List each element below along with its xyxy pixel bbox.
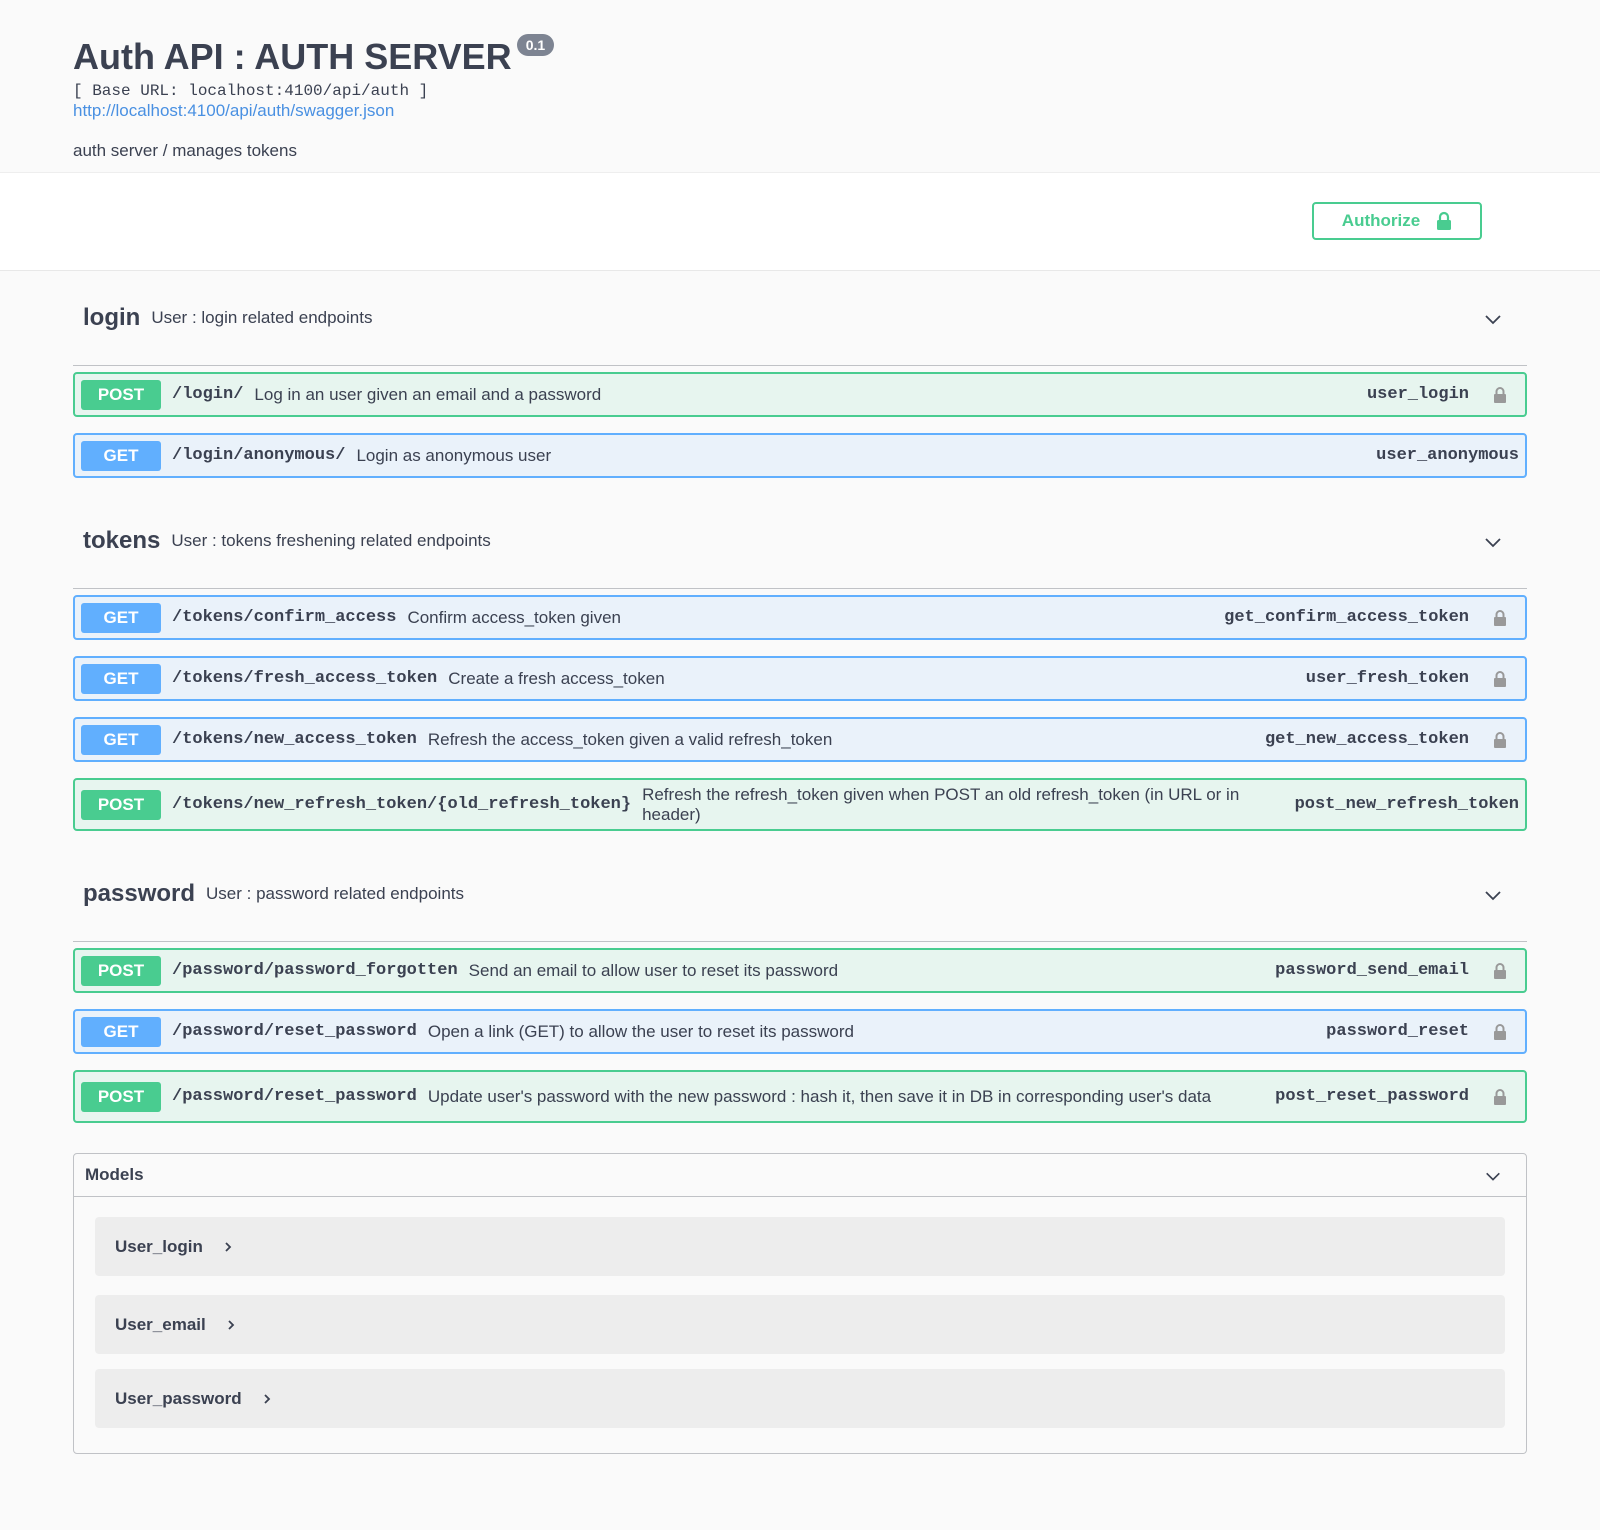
operation-id: get_new_access_token (1264, 730, 1469, 749)
operation-summary: Refresh the refresh_token given when POS… (642, 784, 1240, 824)
chevron-down-icon[interactable] (1484, 1167, 1502, 1185)
method-badge: POST (81, 955, 161, 986)
models-section: Models User_login User_email User_passwo… (73, 1153, 1527, 1454)
chevron-right-icon[interactable] (262, 1393, 272, 1405)
model-name: User_email (115, 1314, 206, 1334)
tag-header-password[interactable]: password User : password related endpoin… (73, 847, 1527, 942)
operation-post_reset_password[interactable]: POST /password/reset_password Update use… (73, 1070, 1527, 1123)
operation-path: /password/reset_password (172, 1087, 417, 1106)
lock-icon[interactable] (1493, 670, 1507, 688)
model-name: User_password (115, 1388, 242, 1408)
operation-lock[interactable] (1485, 670, 1515, 688)
swagger-json-link[interactable]: http://localhost:4100/api/auth/swagger.j… (73, 101, 1527, 121)
operation-path: /password/reset_password (172, 1022, 417, 1041)
tag-name: login (83, 304, 141, 331)
scheme-container: Authorize (0, 173, 1600, 271)
version-badge: 0.1 (516, 34, 555, 56)
lock-icon[interactable] (1493, 386, 1507, 404)
model-name: User_login (115, 1236, 203, 1256)
chevron-down-icon[interactable] (1483, 885, 1503, 905)
tag-section-password: password User : password related endpoin… (73, 847, 1527, 1123)
operation-path: /login/ (172, 385, 244, 404)
models-header[interactable]: Models (74, 1154, 1526, 1197)
tag-description: User : tokens freshening related endpoin… (171, 531, 491, 550)
tag-header-tokens[interactable]: tokens User : tokens freshening related … (73, 494, 1527, 589)
operation-password_reset[interactable]: GET /password/reset_password Open a link… (73, 1009, 1527, 1054)
method-badge: POST (81, 789, 161, 820)
chevron-right-icon[interactable] (226, 1319, 236, 1331)
operation-lock[interactable] (1485, 609, 1515, 627)
operation-user_fresh_token[interactable]: GET /tokens/fresh_access_token Create a … (73, 656, 1527, 701)
lock-icon (1437, 211, 1452, 230)
method-badge: GET (81, 663, 161, 694)
operation-summary: Refresh the access_token given a valid r… (427, 729, 833, 749)
models-title: Models (85, 1165, 144, 1184)
operation-summary: Send an email to allow user to reset its… (468, 960, 839, 980)
operation-id: user_login (1366, 385, 1469, 404)
tag-description: User : password related endpoints (206, 884, 465, 903)
operation-id: post_reset_password (1275, 1087, 1469, 1106)
operation-id: get_confirm_access_token (1224, 608, 1469, 627)
operation-summary: Create a fresh access_token (448, 668, 665, 688)
method-badge: GET (81, 440, 161, 471)
operation-lock[interactable] (1485, 1023, 1515, 1041)
operation-summary: Open a link (GET) to allow the user to r… (427, 1021, 854, 1041)
operation-path: /tokens/new_refresh_token/{old_refresh_t… (172, 795, 632, 814)
method-badge: POST (81, 379, 161, 410)
operation-get_new_access_token[interactable]: GET /tokens/new_access_token Refresh the… (73, 717, 1527, 762)
chevron-down-icon[interactable] (1483, 309, 1503, 329)
tag-section-login: login User : login related endpoints POS… (73, 271, 1527, 478)
operation-lock[interactable] (1485, 1088, 1515, 1106)
authorize-button[interactable]: Authorize (1312, 202, 1482, 240)
operation-post_new_refresh_token[interactable]: POST /tokens/new_refresh_token/{old_refr… (73, 778, 1527, 831)
chevron-down-icon[interactable] (1483, 532, 1503, 552)
operation-summary: Login as anonymous user (356, 445, 552, 465)
method-badge: GET (81, 724, 161, 755)
operation-user_anonymous[interactable]: GET /login/anonymous/ Login as anonymous… (73, 433, 1527, 478)
operation-path: /password/password_forgotten (172, 961, 458, 980)
method-badge: GET (81, 1016, 161, 1047)
operation-path: /login/anonymous/ (172, 446, 346, 465)
operation-path: /tokens/new_access_token (172, 730, 417, 749)
lock-icon[interactable] (1493, 1088, 1507, 1106)
tag-section-tokens: tokens User : tokens freshening related … (73, 494, 1527, 831)
lock-icon[interactable] (1493, 731, 1507, 749)
model-item[interactable]: User_email (95, 1295, 1505, 1354)
page-title: Auth API : AUTH SERVER (73, 36, 512, 77)
operation-summary: Update user's password with the new pass… (427, 1086, 1212, 1106)
tag-name: password (83, 880, 196, 907)
lock-icon[interactable] (1493, 609, 1507, 627)
operation-summary: Log in an user given an email and a pass… (254, 384, 602, 404)
base-url: [ Base URL: localhost:4100/api/auth ] (73, 82, 429, 100)
tag-name: tokens (83, 527, 161, 554)
method-badge: POST (81, 1081, 161, 1112)
tag-header-login[interactable]: login User : login related endpoints (73, 271, 1527, 366)
model-item[interactable]: User_login (95, 1217, 1505, 1276)
lock-icon[interactable] (1493, 962, 1507, 980)
operation-lock[interactable] (1485, 731, 1515, 749)
operation-lock[interactable] (1485, 386, 1515, 404)
operation-id: password_send_email (1275, 961, 1469, 980)
operation-id: user_anonymous (1376, 446, 1519, 465)
operation-user_login[interactable]: POST /login/ Log in an user given an ema… (73, 372, 1527, 417)
api-description: auth server / manages tokens (73, 141, 297, 160)
operations-wrapper: login User : login related endpoints POS… (0, 271, 1600, 1454)
operation-lock[interactable] (1485, 962, 1515, 980)
operation-path: /tokens/confirm_access (172, 608, 397, 627)
model-item[interactable]: User_password (95, 1369, 1505, 1428)
lock-icon[interactable] (1493, 1023, 1507, 1041)
operation-id: user_fresh_token (1305, 669, 1469, 688)
operation-id: post_new_refresh_token (1294, 795, 1519, 814)
operation-get_confirm_access_token[interactable]: GET /tokens/confirm_access Confirm acces… (73, 595, 1527, 640)
operation-id: password_reset (1326, 1022, 1469, 1041)
authorize-label: Authorize (1341, 211, 1421, 230)
operation-path: /tokens/fresh_access_token (172, 669, 438, 688)
operation-password_send_email[interactable]: POST /password/password_forgotten Send a… (73, 948, 1527, 993)
operation-summary: Confirm access_token given (407, 607, 621, 627)
info-header: Auth API : AUTH SERVER 0.1 [ Base URL: l… (0, 0, 1600, 173)
method-badge: GET (81, 602, 161, 633)
tag-description: User : login related endpoints (151, 308, 373, 327)
chevron-right-icon[interactable] (223, 1241, 233, 1253)
